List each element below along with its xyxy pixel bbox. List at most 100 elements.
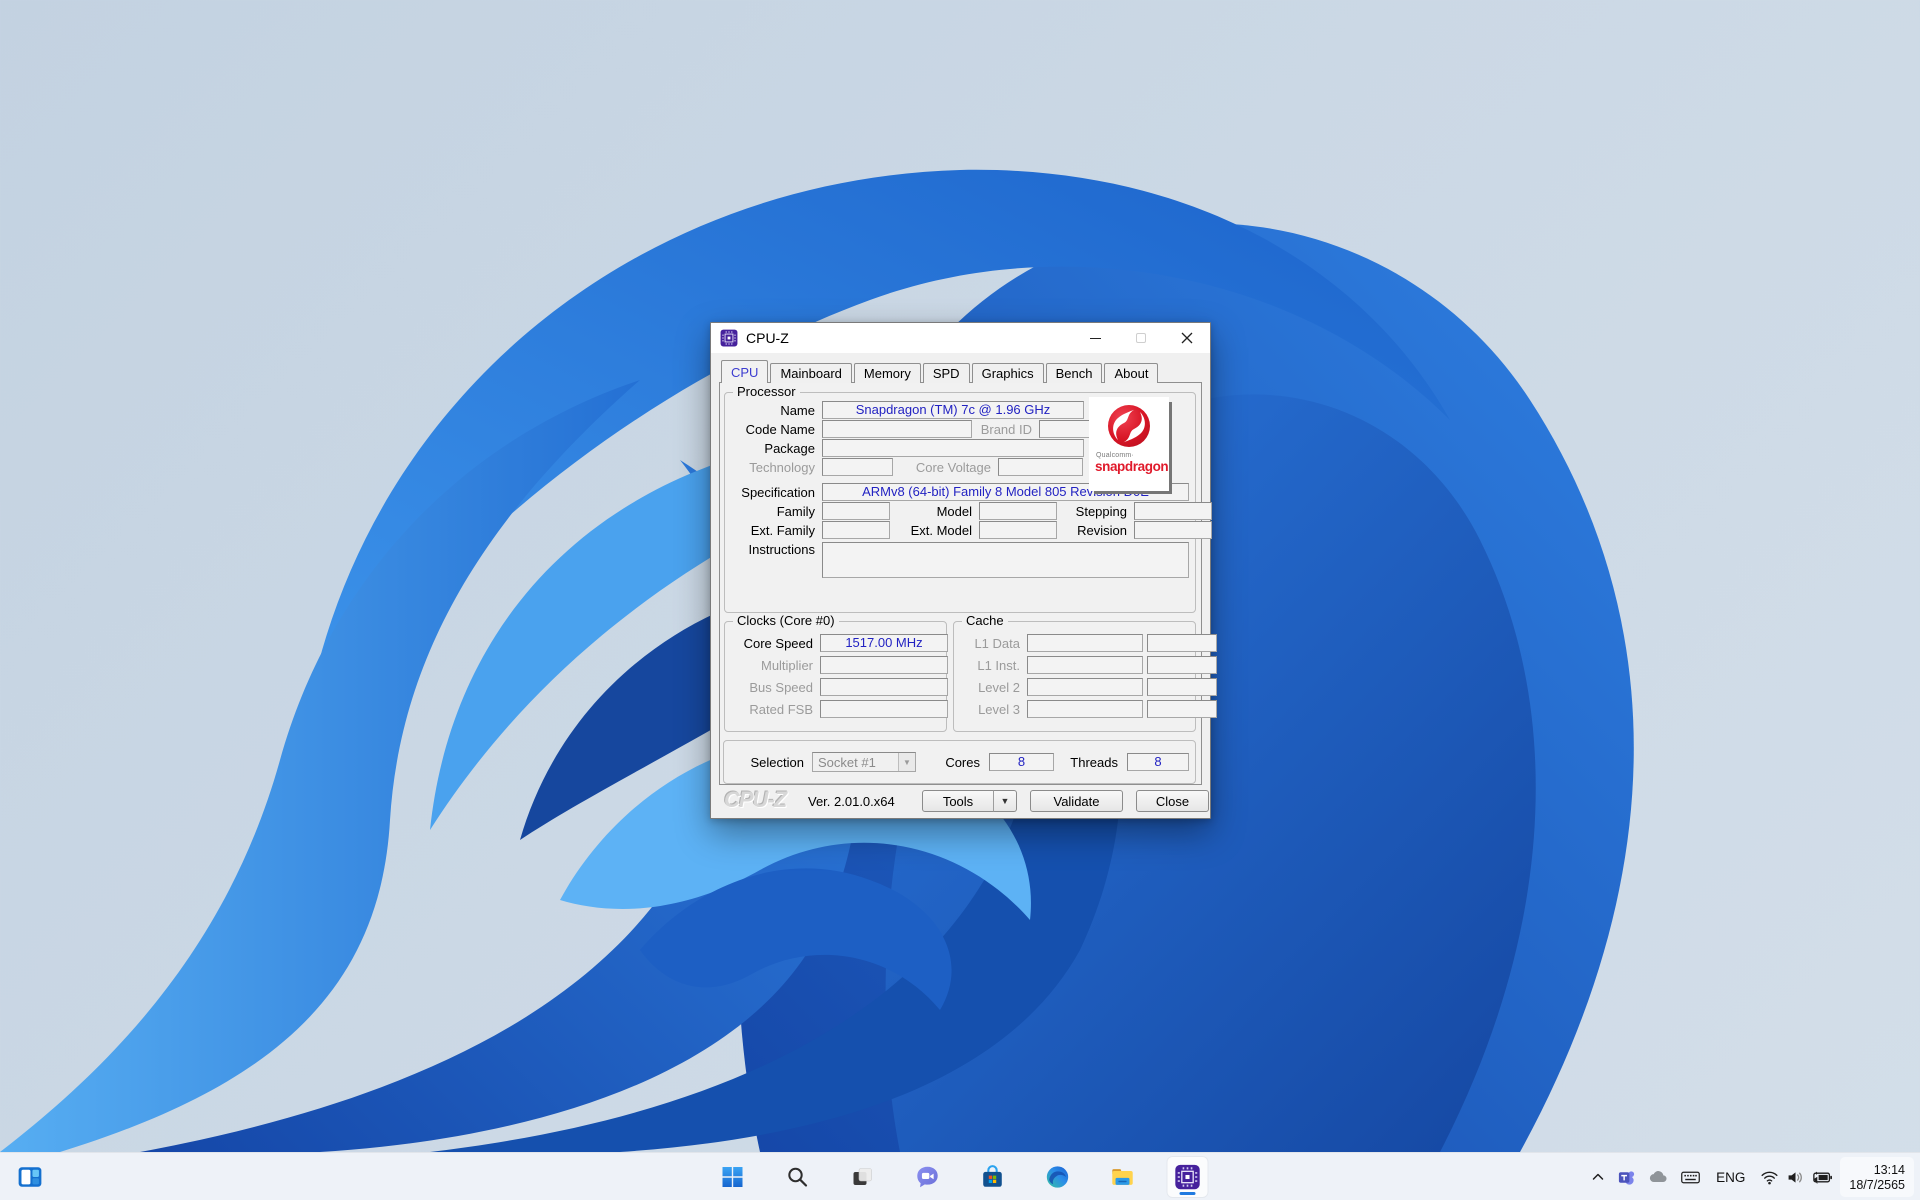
name-label: Name <box>731 403 815 418</box>
bus-speed-field <box>820 678 948 696</box>
socket-selector[interactable]: Socket #1 ▼ <box>812 752 916 772</box>
file-explorer-button[interactable] <box>1103 1157 1143 1197</box>
revision-label: Revision <box>1057 523 1127 538</box>
specification-label: Specification <box>731 485 815 500</box>
wifi-icon <box>1760 1168 1779 1187</box>
package-label: Package <box>731 441 815 456</box>
chat-button[interactable] <box>908 1157 948 1197</box>
edge-icon <box>1045 1164 1071 1190</box>
revision-field <box>1134 521 1212 539</box>
version-text: Ver. 2.01.0.x64 <box>808 794 895 809</box>
tab-about[interactable]: About <box>1104 363 1158 383</box>
widgets-icon <box>17 1164 43 1190</box>
level2-field <box>1027 678 1143 696</box>
close-window-button[interactable] <box>1164 323 1210 353</box>
tab-mainboard[interactable]: Mainboard <box>770 363 851 383</box>
level3-label: Level 3 <box>960 702 1020 717</box>
core-speed-field: 1517.00 MHz <box>820 634 948 652</box>
search-icon <box>786 1165 810 1189</box>
brand-id-field <box>1039 420 1094 438</box>
core-speed-label: Core Speed <box>731 636 813 651</box>
instructions-field <box>822 542 1189 578</box>
level2-info-field <box>1147 678 1217 696</box>
snapdragon-brand-text: snapdragon <box>1089 459 1168 474</box>
clocks-group: Clocks (Core #0) Core Speed 1517.00 MHz … <box>724 621 947 732</box>
onedrive-tray-button[interactable] <box>1643 1157 1673 1197</box>
taskbar: ENG 13:14 18/7/2565 <box>0 1152 1920 1200</box>
title-bar[interactable]: CPU-Z <box>711 323 1210 353</box>
onedrive-cloud-icon <box>1648 1167 1668 1187</box>
qualcomm-brand-text: Qualcomm· <box>1089 452 1134 459</box>
l1-data-label: L1 Data <box>960 636 1020 651</box>
close-icon <box>1181 332 1193 344</box>
threads-label: Threads <box>1066 755 1118 770</box>
family-label: Family <box>731 504 815 519</box>
cache-group-label: Cache <box>962 614 1008 628</box>
selection-label: Selection <box>730 755 804 770</box>
tab-spd[interactable]: SPD <box>923 363 970 383</box>
taskbar-center <box>713 1157 1208 1197</box>
processor-group: Processor Name Snapdragon (TM) 7c @ 1.96… <box>724 392 1196 613</box>
volume-icon <box>1786 1168 1805 1187</box>
maximize-icon <box>1136 333 1146 343</box>
tab-cpu[interactable]: CPU <box>721 360 768 383</box>
stepping-field <box>1134 502 1212 520</box>
l1-data-field <box>1027 634 1143 652</box>
store-button[interactable] <box>973 1157 1013 1197</box>
cpuz-taskbar-button[interactable] <box>1168 1157 1208 1197</box>
core-voltage-field <box>998 458 1083 476</box>
processor-group-label: Processor <box>733 385 800 399</box>
search-button[interactable] <box>778 1157 818 1197</box>
maximize-button[interactable] <box>1118 323 1164 353</box>
tray-overflow-button[interactable] <box>1586 1157 1610 1197</box>
socket-selector-value: Socket #1 <box>813 755 898 770</box>
touch-keyboard-button[interactable] <box>1675 1157 1706 1197</box>
tools-button[interactable]: Tools <box>922 790 994 812</box>
tools-dropdown-button[interactable]: ▼ <box>993 790 1017 812</box>
system-tray: ENG 13:14 18/7/2565 <box>1586 1153 1914 1200</box>
language-indicator[interactable]: ENG <box>1708 1157 1753 1197</box>
touch-keyboard-icon <box>1680 1167 1701 1188</box>
close-button[interactable]: Close <box>1136 790 1209 812</box>
task-view-button[interactable] <box>843 1157 883 1197</box>
technology-field <box>822 458 893 476</box>
cores-field: 8 <box>989 753 1054 771</box>
tab-bench[interactable]: Bench <box>1046 363 1103 383</box>
teams-tray-icon <box>1617 1168 1636 1187</box>
model-field <box>979 502 1057 520</box>
clock-date: 18/7/2565 <box>1849 1178 1905 1192</box>
level3-field <box>1027 700 1143 718</box>
teams-tray-button[interactable] <box>1612 1157 1641 1197</box>
clocks-group-label: Clocks (Core #0) <box>733 614 839 628</box>
family-field <box>822 502 890 520</box>
widgets-button[interactable] <box>10 1157 50 1197</box>
clock[interactable]: 13:14 18/7/2565 <box>1840 1157 1914 1197</box>
level3-info-field <box>1147 700 1217 718</box>
code-name-field <box>822 420 972 438</box>
edge-button[interactable] <box>1038 1157 1078 1197</box>
network-volume-battery-button[interactable] <box>1755 1157 1838 1197</box>
bus-speed-label: Bus Speed <box>731 680 813 695</box>
ext-family-label: Ext. Family <box>731 523 815 538</box>
threads-field: 8 <box>1127 753 1189 771</box>
multiplier-field <box>820 656 948 674</box>
multiplier-label: Multiplier <box>731 658 813 673</box>
cpuz-footer-logo: CPU-Z <box>724 787 786 813</box>
combo-dropdown-icon: ▼ <box>898 753 915 771</box>
rated-fsb-label: Rated FSB <box>731 702 813 717</box>
tab-memory[interactable]: Memory <box>854 363 921 383</box>
stepping-label: Stepping <box>1057 504 1127 519</box>
l1-inst-field <box>1027 656 1143 674</box>
minimize-button[interactable] <box>1072 323 1118 353</box>
l1-inst-label: L1 Inst. <box>960 658 1020 673</box>
cache-group: Cache L1 Data L1 Inst. Level 2 Level 3 <box>953 621 1196 732</box>
rated-fsb-field <box>820 700 948 718</box>
code-name-label: Code Name <box>731 422 815 437</box>
tab-graphics[interactable]: Graphics <box>972 363 1044 383</box>
core-voltage-label: Core Voltage <box>893 460 991 475</box>
selection-group: Selection Socket #1 ▼ Cores 8 Threads 8 <box>723 740 1196 784</box>
model-label: Model <box>890 504 972 519</box>
validate-button[interactable]: Validate <box>1030 790 1123 812</box>
chevron-up-icon <box>1591 1170 1605 1184</box>
start-button[interactable] <box>713 1157 753 1197</box>
